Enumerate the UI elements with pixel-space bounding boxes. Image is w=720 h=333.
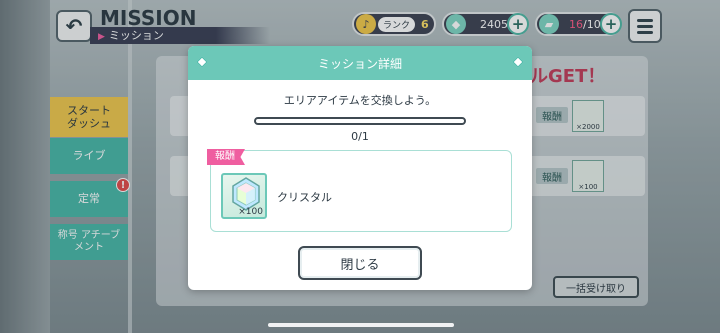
- dialog-title: ミッション詳細: [317, 56, 402, 71]
- reward-label: 報酬: [207, 149, 245, 165]
- diamond-ornament-icon: [196, 56, 208, 68]
- crystal-icon: [232, 177, 260, 211]
- reward-item-name: クリスタル: [277, 191, 332, 204]
- diamond-ornament-icon: [512, 56, 524, 68]
- reward-item-tile: ×100: [221, 173, 267, 219]
- reward-item-qty: ×100: [238, 207, 263, 217]
- close-button[interactable]: 閉じる: [298, 246, 422, 280]
- home-indicator[interactable]: [268, 323, 454, 327]
- mission-detail-dialog: ミッション詳細 エリアアイテムを交換しよう。 0/1 報酬 ×100 クリスタル…: [188, 46, 532, 290]
- reward-card: 報酬 ×100 クリスタル: [207, 149, 512, 232]
- mission-progress-text: 0/1: [351, 130, 369, 143]
- mission-description: エリアアイテムを交換しよう。: [283, 94, 437, 107]
- mission-progress-bar: [254, 117, 466, 125]
- dialog-header: ミッション詳細: [188, 46, 532, 80]
